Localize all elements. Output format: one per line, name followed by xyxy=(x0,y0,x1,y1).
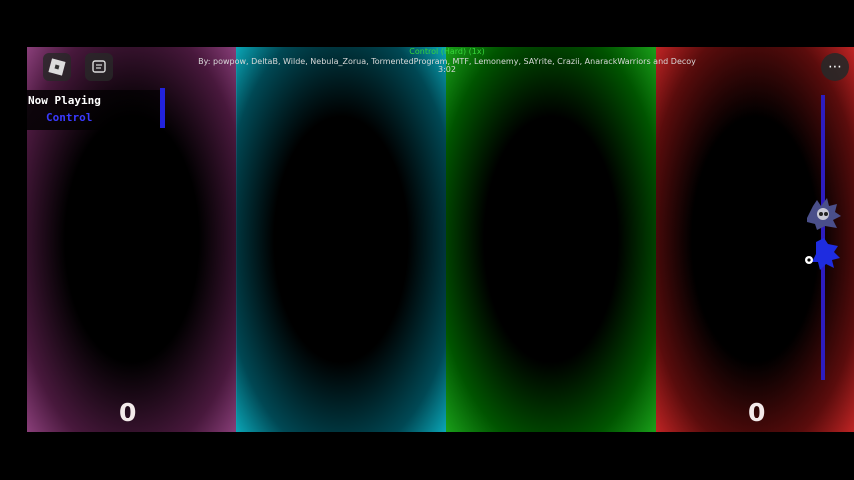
now-playing-accent-bar xyxy=(160,88,165,128)
now-playing-panel: Now Playing Control xyxy=(27,90,164,130)
score-right: 0 xyxy=(748,398,766,427)
lane-3 xyxy=(446,47,656,432)
song-title: Control (Hard) (1x) xyxy=(409,47,485,56)
now-playing-label: Now Playing xyxy=(28,94,101,107)
lane-2 xyxy=(236,47,446,432)
score-left: 0 xyxy=(119,398,137,427)
now-playing-song: Control xyxy=(46,111,93,124)
song-timer: 3:02 xyxy=(438,65,456,74)
player-character-icon xyxy=(805,238,840,270)
enemy-character-icon xyxy=(807,198,841,230)
